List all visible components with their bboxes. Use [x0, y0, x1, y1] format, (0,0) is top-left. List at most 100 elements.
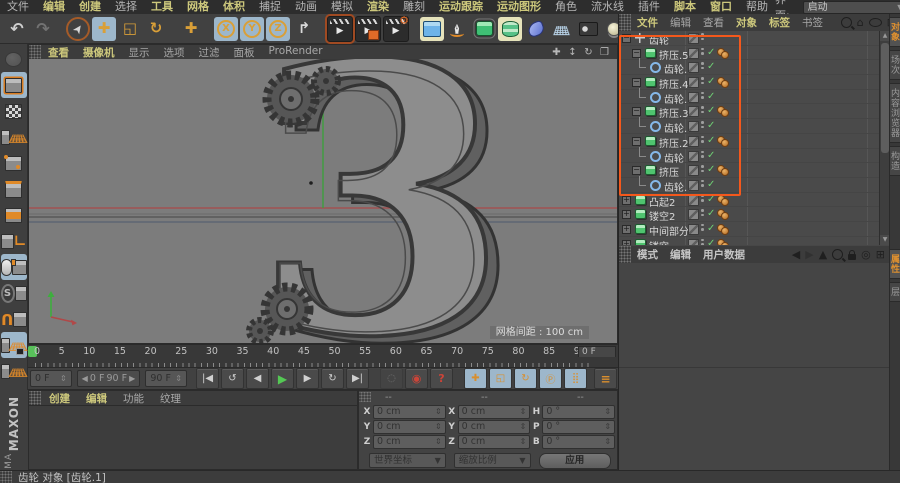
layer-toggle[interactable] [688, 47, 699, 59]
menu-item[interactable]: 选择 [108, 0, 144, 14]
object-row[interactable]: 齿轮.1 ✓ [619, 175, 879, 194]
enabled-check[interactable]: ✓ [707, 76, 715, 87]
expand-toggle[interactable] [632, 107, 641, 117]
viewport-menu-item[interactable]: 摄像机 [76, 45, 122, 60]
apply-button[interactable]: 应用 [538, 453, 611, 469]
enabled-check[interactable]: ✓ [707, 208, 715, 219]
enabled-check[interactable]: ✓ [707, 91, 715, 102]
expand-toggle[interactable] [632, 48, 641, 58]
menu-item[interactable]: 模拟 [324, 0, 360, 14]
frame-start-field[interactable]: 0 F ⇕ [30, 370, 72, 387]
visibility-dots[interactable] [701, 121, 704, 129]
visibility-dots[interactable] [701, 91, 704, 99]
object-row[interactable]: 挤压.3 ✓ [619, 104, 879, 120]
visibility-dots[interactable] [701, 77, 704, 85]
menu-item[interactable]: 网格 [180, 0, 216, 14]
panel-grip[interactable] [619, 14, 631, 31]
rotation-field[interactable]: 0 ° ⇕ [542, 434, 616, 449]
position-field[interactable]: 0 cm ⇕ [373, 419, 446, 434]
layer-toggle[interactable] [688, 150, 699, 162]
visibility-dots[interactable] [701, 194, 704, 202]
viewport-menu-item[interactable]: ProRender [262, 45, 330, 60]
timeline-tickmarks[interactable] [28, 357, 618, 368]
viewport-menu-item[interactable]: 选项 [157, 45, 192, 60]
visibility-dots[interactable] [701, 150, 704, 158]
material-menu-item[interactable]: 功能 [115, 391, 152, 406]
timeline-ruler[interactable]: 051015202530354045505560657075808590 0 F [28, 344, 618, 359]
frame-end-field[interactable]: 90 F ⇕ [145, 370, 187, 387]
menu-item[interactable]: 帮助 [739, 0, 775, 14]
layer-toggle[interactable] [688, 223, 699, 235]
expand-toggle[interactable] [622, 195, 631, 205]
viewport-menu-item[interactable]: 面板 [227, 45, 262, 60]
size-field[interactable]: 0 cm ⇕ [457, 434, 531, 449]
material-manager[interactable]: 创建 编辑 功能 纹理 [28, 390, 358, 470]
menu-item[interactable]: 流水线 [584, 0, 631, 14]
enabled-check[interactable]: ✓ [707, 135, 715, 146]
object-row[interactable]: 齿轮.1 ✓ [619, 58, 879, 76]
object-row[interactable]: 挤压 ✓ [619, 163, 879, 179]
enabled-check[interactable]: ✓ [707, 223, 715, 234]
lock-icon[interactable] [848, 249, 857, 260]
panel-grip[interactable] [29, 45, 41, 59]
menu-item[interactable]: 运动图形 [490, 0, 548, 14]
layer-toggle[interactable] [688, 209, 699, 221]
expand-toggle[interactable] [622, 34, 631, 43]
manager-tab[interactable]: 场次 [889, 50, 900, 80]
object-row[interactable]: 齿轮.1 ✓ [619, 117, 879, 135]
object-row[interactable]: 挤压.2 ✓ [619, 134, 879, 150]
interface-dropdown[interactable]: 启动▼ [802, 0, 900, 14]
up-arrow-icon[interactable]: ▲ [819, 249, 827, 260]
object-manager-menu-item[interactable]: 查看 [697, 15, 730, 30]
menu-item[interactable]: 体积 [216, 0, 252, 14]
enabled-check[interactable]: ✓ [707, 61, 715, 72]
object-row[interactable]: 齿轮.1 ✓ [619, 87, 879, 106]
layer-toggle[interactable] [688, 106, 699, 118]
forward-arrow-icon[interactable]: ▶ [805, 249, 813, 260]
layer-toggle[interactable] [688, 135, 699, 147]
layer-toggle[interactable] [688, 179, 699, 191]
layer-toggle[interactable] [688, 194, 699, 206]
panel-grip[interactable] [0, 471, 12, 483]
material-menu-item[interactable]: 编辑 [78, 391, 115, 406]
visibility-dots[interactable] [701, 223, 704, 231]
object-manager-menu-item[interactable]: 文件 [631, 15, 664, 30]
attribute-menu-item[interactable]: 用户数据 [697, 247, 751, 262]
enabled-check[interactable]: ✓ [707, 47, 715, 58]
enabled-check[interactable]: ✓ [707, 164, 715, 175]
manager-tab[interactable]: 对象 [889, 17, 900, 47]
enabled-check[interactable]: ✓ [707, 105, 715, 116]
visibility-dots[interactable] [701, 62, 704, 70]
search-icon[interactable] [840, 17, 852, 28]
layer-toggle[interactable] [688, 91, 699, 103]
menu-item[interactable]: 窗口 [703, 0, 739, 14]
object-manager-menu-item[interactable]: 编辑 [664, 15, 697, 30]
visibility-dots[interactable] [701, 33, 704, 40]
expand-toggle[interactable] [622, 239, 631, 245]
target-icon[interactable]: ◎ [861, 249, 871, 260]
menu-item[interactable]: 编辑 [36, 0, 72, 14]
object-row[interactable]: 齿轮 ✓ [619, 31, 879, 47]
scale-mode-dropdown[interactable]: 缩放比例 ▼ [453, 453, 531, 468]
visibility-dots[interactable] [701, 135, 704, 143]
enabled-check[interactable]: ✓ [707, 238, 715, 245]
panel-grip[interactable] [29, 391, 41, 405]
menu-item[interactable]: 渲染 [360, 0, 396, 14]
menu-item[interactable]: 捕捉 [252, 0, 288, 14]
visibility-dots[interactable] [701, 238, 704, 245]
panel-grip[interactable] [619, 246, 631, 263]
position-field[interactable]: 0 cm ⇕ [373, 404, 446, 419]
attribute-menu-item[interactable]: 模式 [631, 247, 664, 262]
layer-toggle[interactable] [688, 238, 699, 245]
size-field[interactable]: 0 cm ⇕ [457, 419, 531, 434]
viewport-panel[interactable]: 查看摄像机显示选项过滤面板ProRender ✚↕↻❐ 透视视图 3 3 3 [28, 44, 618, 344]
enabled-check[interactable]: ✓ [707, 120, 715, 131]
position-field[interactable]: 0 cm ⇕ [373, 434, 446, 449]
menu-item[interactable]: 运动跟踪 [432, 0, 490, 14]
search-icon[interactable] [832, 249, 844, 260]
object-row[interactable]: 挤压.4 ✓ [619, 75, 879, 91]
object-row[interactable]: 镂空 ✓ [619, 237, 879, 245]
menu-item[interactable]: 脚本 [667, 0, 703, 14]
layer-toggle[interactable] [688, 77, 699, 89]
enabled-check[interactable]: ✓ [707, 150, 715, 161]
